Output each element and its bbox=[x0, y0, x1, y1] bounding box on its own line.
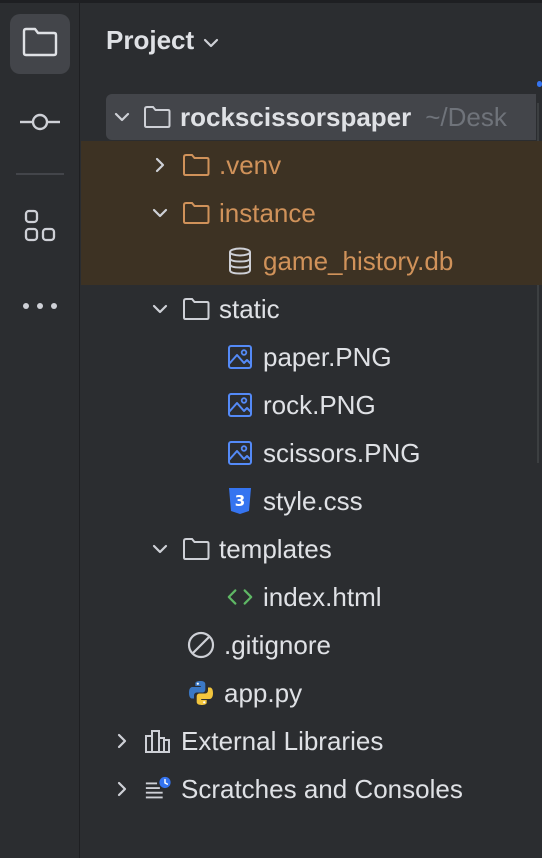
image-icon bbox=[226, 343, 254, 371]
tree-item-label: game_history.db bbox=[263, 245, 454, 276]
scratches-icon bbox=[144, 775, 172, 803]
library-icon bbox=[144, 727, 172, 755]
notification-dot bbox=[537, 81, 542, 87]
chevron-down-icon[interactable] bbox=[148, 201, 172, 225]
python-icon bbox=[187, 679, 215, 707]
tree-item-label: static bbox=[219, 293, 280, 324]
structure-tool-button[interactable] bbox=[10, 198, 70, 258]
tree-item-label: scissors.PNG bbox=[263, 437, 421, 468]
tree-row-templates[interactable]: templates bbox=[81, 525, 542, 573]
tree-item-label: paper.PNG bbox=[263, 341, 392, 372]
tree-row-paper-png[interactable]: paper.PNG bbox=[81, 333, 542, 381]
folder-icon bbox=[22, 27, 58, 62]
chevron-right-icon[interactable] bbox=[148, 153, 172, 177]
tree-item-label: Scratches and Consoles bbox=[181, 773, 463, 804]
chevron-down-icon[interactable] bbox=[148, 537, 172, 561]
folder-icon bbox=[182, 295, 210, 323]
tree-row-scissors-png[interactable]: scissors.PNG bbox=[81, 429, 542, 477]
tree-row-root[interactable]: rockscissorspaper ~/Desk bbox=[106, 94, 536, 140]
chevron-down-icon[interactable] bbox=[148, 297, 172, 321]
tree-item-label: app.py bbox=[224, 677, 303, 708]
tree-row-instance[interactable]: instance bbox=[81, 189, 542, 237]
database-icon bbox=[226, 247, 254, 275]
commit-tool-button[interactable] bbox=[10, 94, 70, 154]
chevron-down-icon[interactable] bbox=[110, 105, 134, 129]
project-view-selector[interactable]: Project bbox=[106, 25, 220, 56]
project-tool-button[interactable] bbox=[10, 14, 70, 74]
activity-separator bbox=[16, 173, 64, 175]
tree-row-app-py[interactable]: app.py bbox=[81, 669, 542, 717]
folder-icon bbox=[182, 151, 210, 179]
tree-row-index-html[interactable]: index.html bbox=[81, 573, 542, 621]
chevron-down-icon bbox=[202, 25, 220, 56]
tree-row-rock-png[interactable]: rock.PNG bbox=[81, 381, 542, 429]
tree-row-gitignore[interactable]: .gitignore bbox=[81, 621, 542, 669]
tree-item-label: instance bbox=[219, 197, 316, 228]
tree-row-game-history-db[interactable]: game_history.db bbox=[81, 237, 542, 285]
chevron-right-icon[interactable] bbox=[110, 729, 134, 753]
project-panel: Project rockscissorspaper ~/Desk .venv i… bbox=[81, 3, 542, 858]
tree-item-label: External Libraries bbox=[181, 725, 384, 756]
ignore-icon bbox=[187, 631, 215, 659]
svg-text:3: 3 bbox=[235, 492, 245, 510]
chevron-right-icon[interactable] bbox=[110, 777, 134, 801]
image-icon bbox=[226, 439, 254, 467]
commit-icon bbox=[19, 112, 61, 137]
tree-row-external-libraries[interactable]: External Libraries bbox=[81, 717, 542, 765]
tree-item-label: style.css bbox=[263, 485, 363, 516]
tree-row-venv[interactable]: .venv bbox=[81, 141, 542, 189]
folder-icon bbox=[143, 103, 171, 131]
more-tools-button[interactable] bbox=[10, 276, 70, 336]
css-icon: 3 bbox=[226, 487, 254, 515]
folder-icon bbox=[182, 535, 210, 563]
tree-row-static[interactable]: static bbox=[81, 285, 542, 333]
folder-icon bbox=[182, 199, 210, 227]
panel-title: Project bbox=[106, 25, 195, 55]
activity-bar bbox=[0, 3, 80, 858]
project-tree: rockscissorspaper ~/Desk .venv instance bbox=[81, 93, 542, 813]
tree-item-label: rockscissorspaper bbox=[180, 101, 412, 132]
more-icon bbox=[22, 297, 58, 315]
tree-item-label: rock.PNG bbox=[263, 389, 376, 420]
path-hint: ~/Desk bbox=[425, 101, 507, 132]
structure-icon bbox=[23, 209, 57, 248]
tree-row-style-css[interactable]: 3 style.css bbox=[81, 477, 542, 525]
tree-item-label: templates bbox=[219, 533, 332, 564]
html-icon bbox=[226, 583, 254, 611]
tree-item-label: .venv bbox=[219, 149, 282, 180]
image-icon bbox=[226, 391, 254, 419]
tree-item-label: .gitignore bbox=[224, 629, 331, 660]
tree-item-label: index.html bbox=[263, 581, 382, 612]
tree-row-scratches-and-consoles[interactable]: Scratches and Consoles bbox=[81, 765, 542, 813]
